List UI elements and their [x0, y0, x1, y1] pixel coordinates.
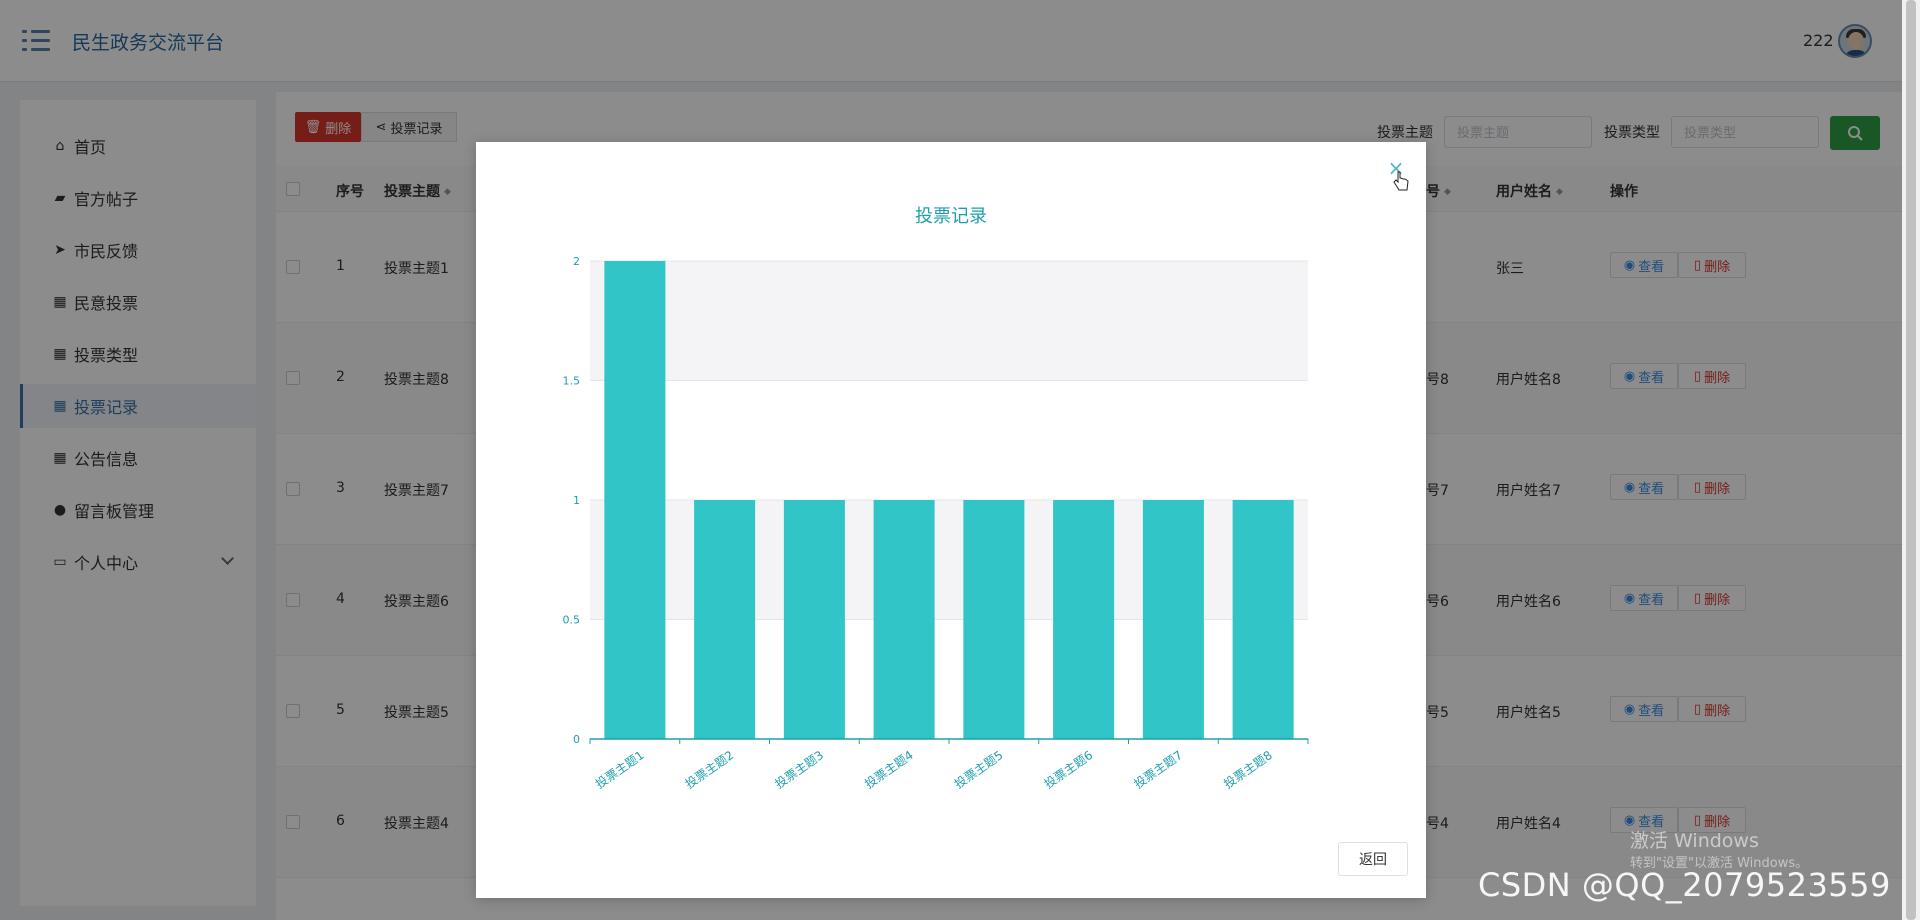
grid-band — [590, 380, 1308, 500]
grid-band — [590, 261, 1308, 381]
x-tick-label: 投票主题7 — [1131, 747, 1185, 791]
x-tick-label: 投票主题3 — [772, 747, 826, 791]
x-tick-label: 投票主题4 — [862, 747, 916, 791]
y-tick-label: 0.5 — [563, 614, 581, 627]
x-tick-label: 投票主题2 — [682, 747, 736, 791]
x-tick-label: 投票主题1 — [592, 747, 646, 791]
bar-5 — [963, 500, 1025, 739]
y-tick-label: 1 — [573, 494, 580, 507]
app-root: 民生政务交流平台 222 ⌂ 首页 ▰ 官方帖子 ➤ 市民反馈 ▦ 民意投票 ▦… — [0, 0, 1920, 920]
bar-1 — [604, 261, 666, 739]
csdn-watermark: CSDN @QQ_2079523559 — [1478, 866, 1891, 904]
chart-dialog: × 投票记录 0 0.5 1 1.5 2 投票主题1 投票主题2 投票主题3 投票主题4 投票主题… — [476, 142, 1426, 898]
bar-3 — [783, 500, 845, 739]
windows-activation-title: 激活 Windows — [1630, 830, 1759, 852]
bar-4 — [873, 500, 935, 739]
y-tick-label: 2 — [573, 255, 580, 268]
y-tick-label: 1.5 — [563, 375, 581, 388]
vote-record-chart: 0 0.5 1 1.5 2 投票主题1 投票主题2 投票主题3 投票主题4 投票主题5 投票主题6 投… — [563, 255, 1309, 791]
bar-2 — [694, 500, 756, 739]
x-tick-label: 投票主题5 — [951, 747, 1005, 791]
x-tick-label: 投票主题6 — [1041, 747, 1095, 791]
page-scrollbar[interactable] — [1902, 0, 1920, 920]
x-tick-label: 投票主题8 — [1221, 747, 1275, 791]
y-tick-label: 0 — [573, 733, 580, 746]
bar-8 — [1232, 500, 1294, 739]
bar-7 — [1142, 500, 1204, 739]
return-button[interactable]: 返回 — [1338, 842, 1408, 876]
bar-6 — [1053, 500, 1115, 739]
